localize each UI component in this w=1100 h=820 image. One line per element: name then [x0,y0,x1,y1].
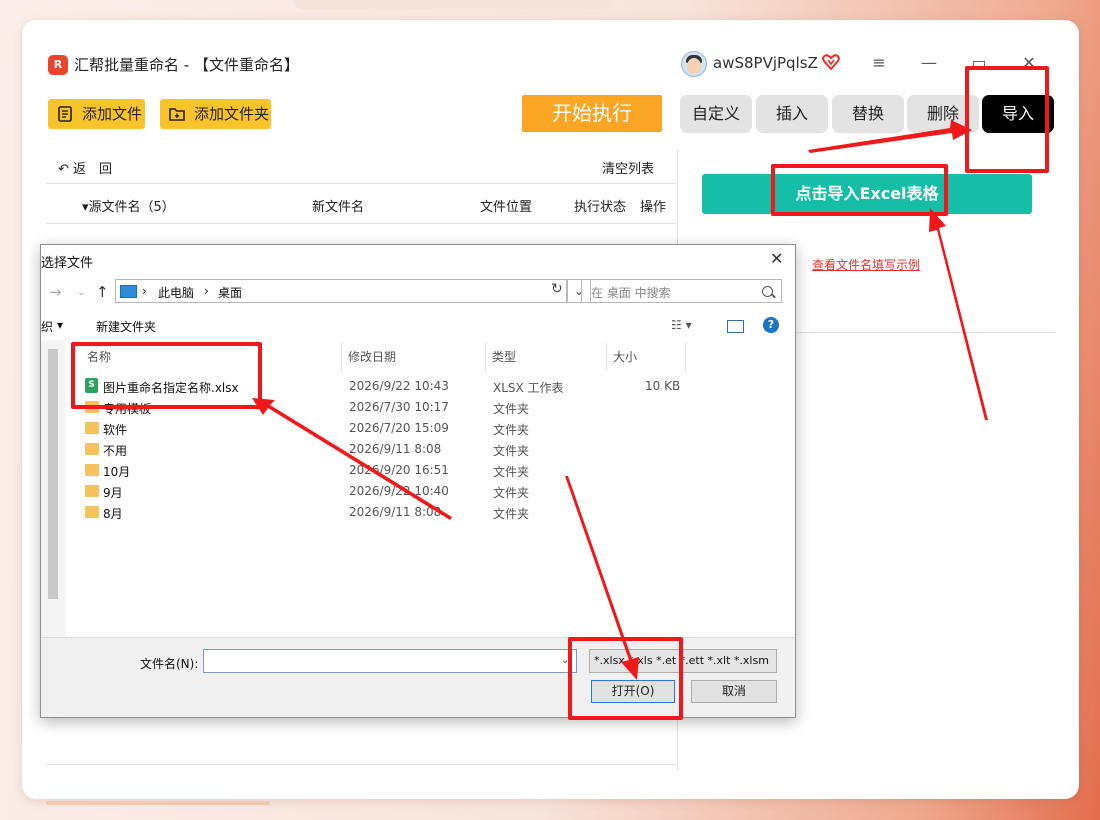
arrow-to-import [808,120,972,153]
arrow-to-excel [929,208,988,420]
arrow-to-open [565,476,639,680]
arrow-to-file [252,398,452,520]
annotation-arrows [252,120,988,680]
